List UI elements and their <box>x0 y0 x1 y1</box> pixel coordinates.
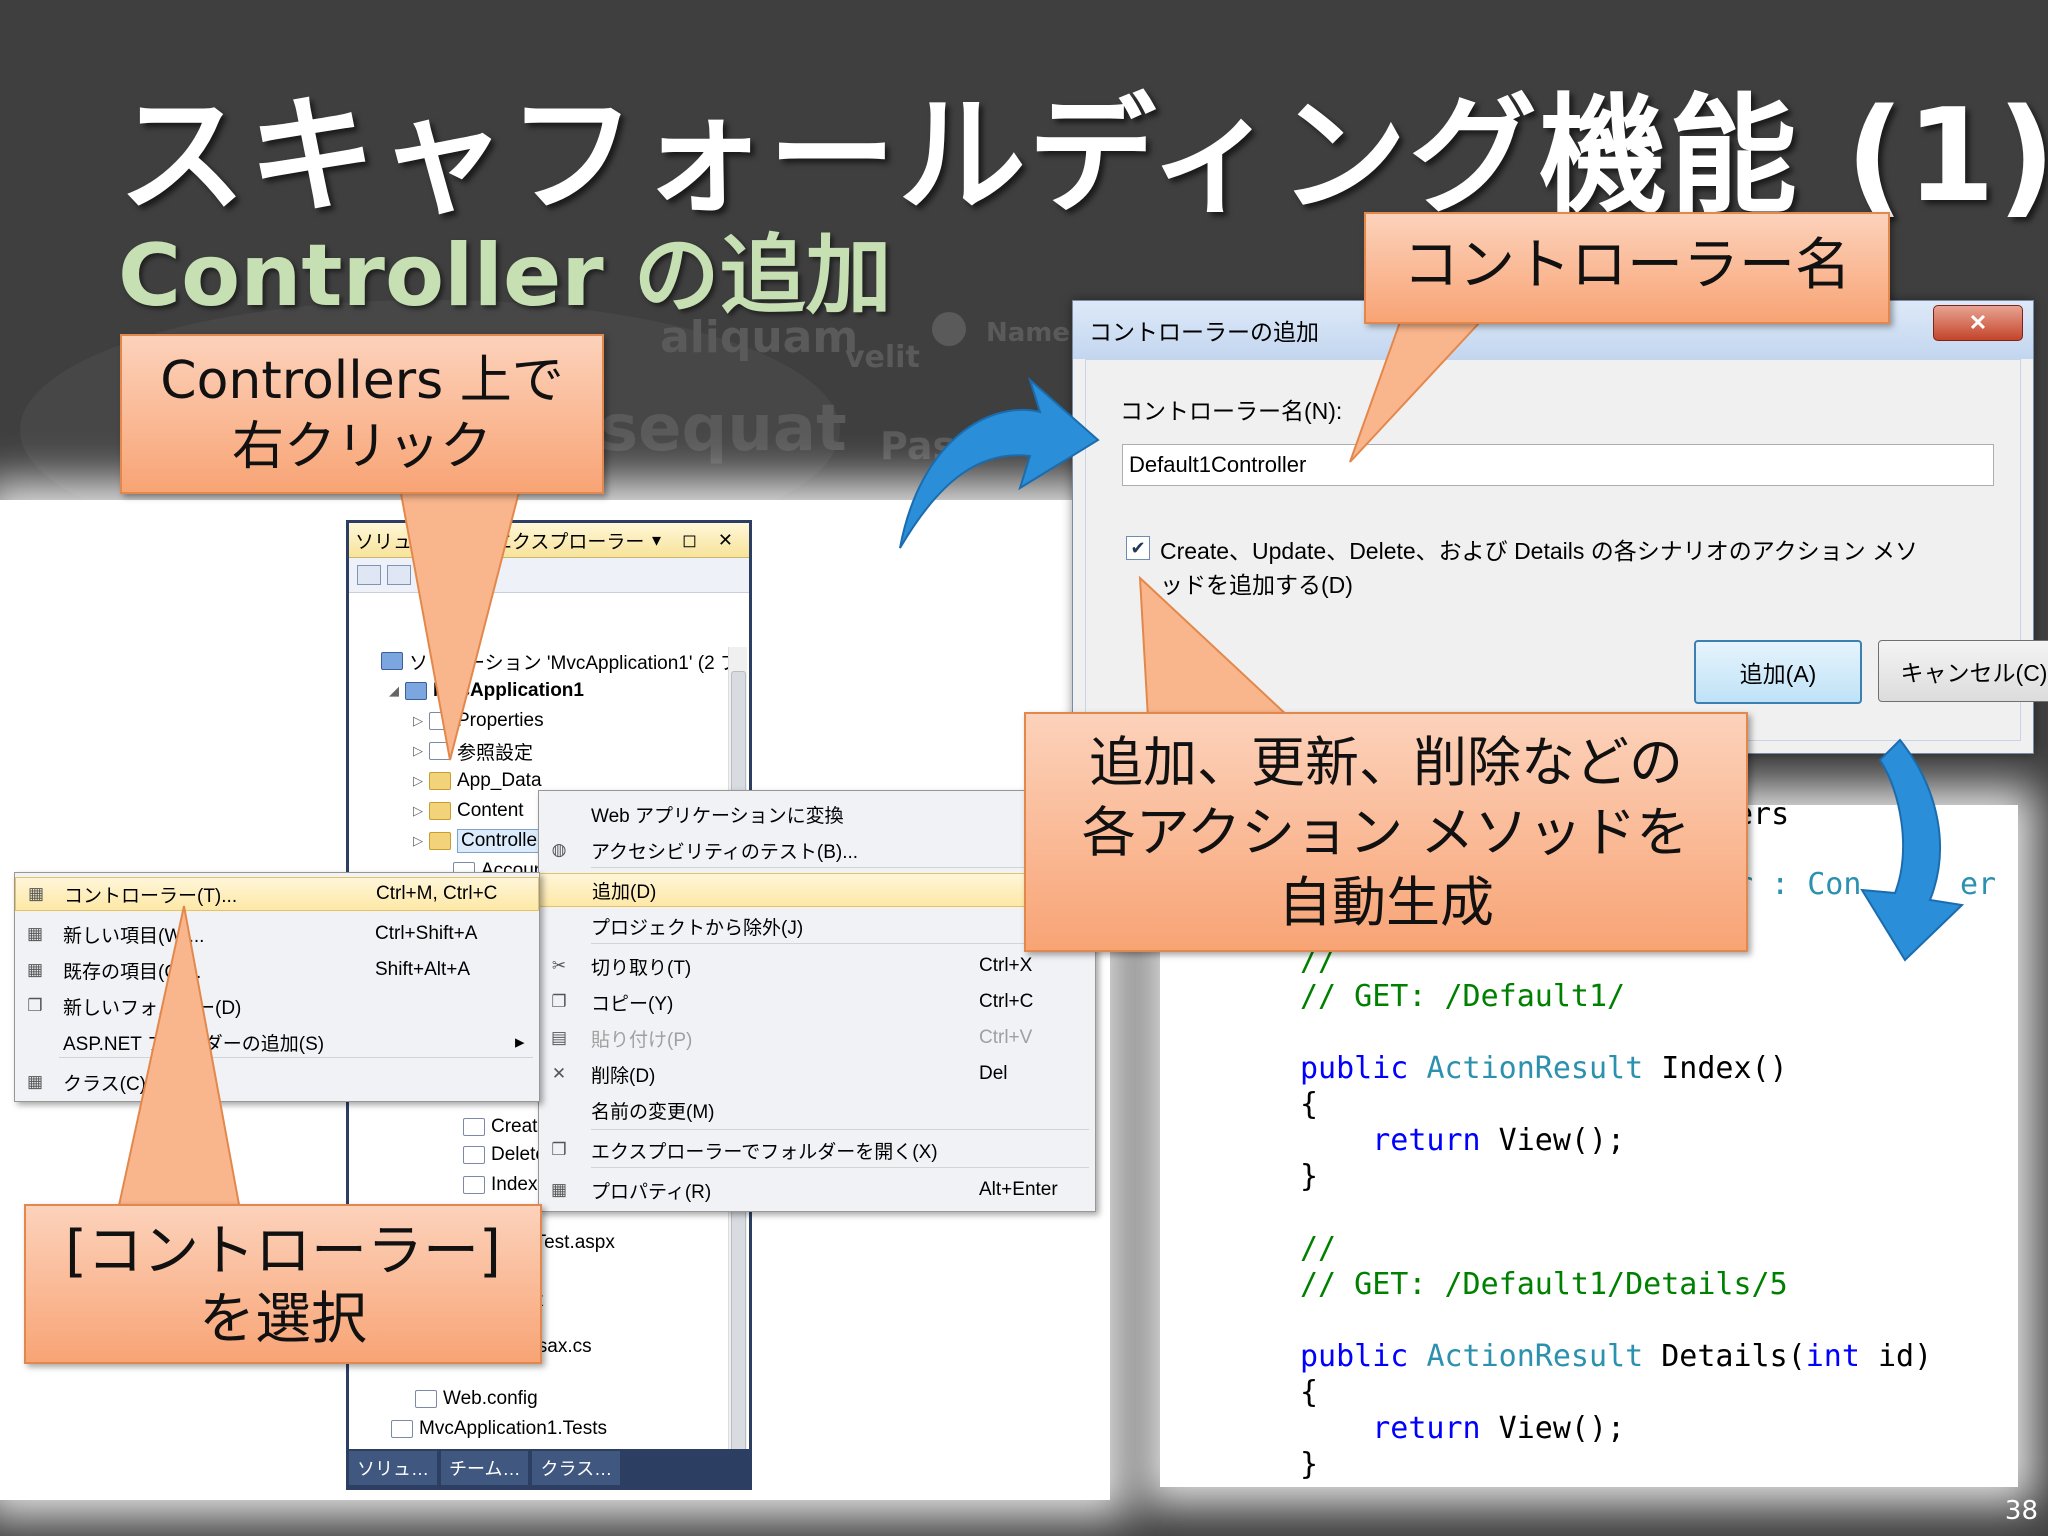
pointer-right-click <box>398 487 522 761</box>
callout-auto-generate: 追加、更新、削除などの 各アクション メソッドを 自動生成 <box>1024 712 1748 952</box>
pointer-controller-name <box>1349 321 1483 463</box>
callout-text: 追加、更新、削除などの <box>1089 731 1683 794</box>
callout-text: 各アクション メソッドを <box>1081 801 1691 864</box>
callout-right-click: Controllers 上で 右クリック <box>120 334 604 494</box>
pointer-auto-generate <box>1138 575 1293 719</box>
callout-select-controller: [コントローラー] を選択 <box>24 1204 542 1364</box>
page-number: 38 <box>2004 1496 2038 1526</box>
callout-text: を選択 <box>199 1287 367 1352</box>
callout-text: 自動生成 <box>1278 871 1494 934</box>
arrow-to-code-icon <box>1860 738 1965 962</box>
pointer-select-controller <box>116 905 242 1211</box>
callout-text: [コントローラー] <box>65 1219 501 1284</box>
arrow-to-dialog-icon <box>899 376 1100 549</box>
callout-controller-name: コントローラー名 <box>1364 212 1890 324</box>
callout-text: Controllers 上で <box>160 351 564 411</box>
callout-text: 右クリック <box>231 417 492 477</box>
